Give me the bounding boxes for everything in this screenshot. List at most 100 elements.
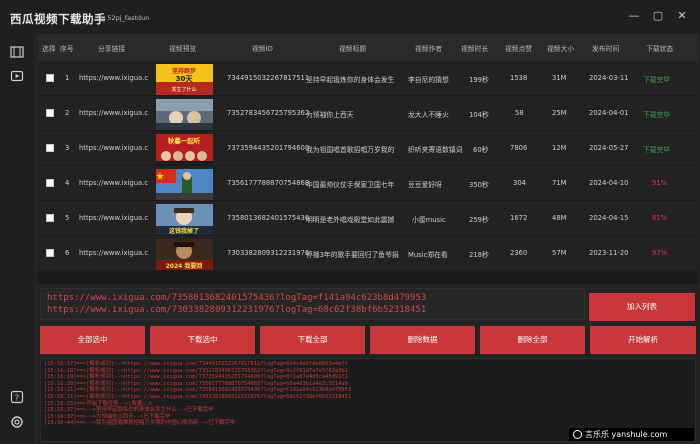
row-checkbox[interactable] xyxy=(46,109,54,117)
row-date: 2024-04-01 xyxy=(589,109,629,117)
row-size: 25M xyxy=(552,109,567,117)
row-num: 2 xyxy=(65,109,70,117)
row-num: 4 xyxy=(65,179,70,187)
row-author: 豆豆爱好呀 xyxy=(408,181,442,189)
row-status: 下载完毕 xyxy=(643,146,671,154)
svg-text:坚持跑步: 坚持跑步 xyxy=(172,67,196,75)
row-checkbox[interactable] xyxy=(46,74,54,82)
row-duration: 104秒 xyxy=(469,111,489,119)
settings-icon[interactable] xyxy=(10,415,24,429)
maximize-button[interactable]: ▢ xyxy=(651,9,665,23)
svg-text:秋暮一起听: 秋暮一起听 xyxy=(168,136,201,145)
action-button-row: 全部选中 下载选中 下载全部 删除数据 删除全部 开始解析 xyxy=(40,326,696,354)
table-row[interactable]: 3 https://www.ixigua.c 秋暮一起听 73735944352… xyxy=(38,131,698,166)
row-size: 48M xyxy=(552,214,567,222)
row-id: 7373594435201794600 xyxy=(227,144,310,152)
url-input[interactable]: https://www.ixigua.com/73580136824015754… xyxy=(40,288,585,320)
header-size: 视频大小 xyxy=(547,45,575,53)
table-row[interactable]: 2 https://www.ixigua.c 73527834567257953… xyxy=(38,96,698,131)
app-title: 西瓜视频下载助手 xyxy=(10,12,106,26)
title-bar: 西瓜视频下载助手 By 52pj_fastdun — ▢ ✕ xyxy=(0,0,700,34)
download-selected-button[interactable]: 下载选中 xyxy=(150,326,255,354)
svg-text:2024 我要回: 2024 我要回 xyxy=(166,262,203,270)
table-row[interactable]: 4 https://www.ixigua.c 73561777888707548… xyxy=(38,166,698,201)
header-link: 分享链接 xyxy=(98,45,126,53)
header-status: 下载状态 xyxy=(646,45,674,53)
delete-data-button[interactable]: 删除数据 xyxy=(370,326,475,354)
header-date: 发布时间 xyxy=(592,45,620,53)
row-status: 91% xyxy=(652,179,668,187)
row-id: 7358013682401575436 xyxy=(227,214,310,222)
help-icon[interactable]: ? xyxy=(10,390,24,404)
delete-all-button[interactable]: 删除全部 xyxy=(480,326,585,354)
start-parse-button[interactable]: 开始解析 xyxy=(590,326,696,354)
row-date: 2024-04-15 xyxy=(589,214,629,222)
download-all-button[interactable]: 下载全部 xyxy=(260,326,365,354)
row-duration: 199秒 xyxy=(469,76,489,84)
row-id: 7303382809312231976 xyxy=(227,249,310,257)
row-link: https://www.ixigua.c xyxy=(79,214,149,222)
svg-text:这钱我掉了: 这钱我掉了 xyxy=(169,227,199,235)
row-num: 3 xyxy=(65,144,70,152)
add-to-list-button[interactable]: 加入列表 xyxy=(589,293,695,321)
header-id: 视频ID xyxy=(252,45,273,53)
log-line: [15:16:21]==>[解析成功]-->https://www.ixigua… xyxy=(44,387,352,394)
row-num: 1 xyxy=(65,74,70,82)
row-title: 我为祖国唱首歌招唱万岁我的 xyxy=(306,146,395,154)
row-likes: 2360 xyxy=(510,249,528,257)
row-id: 7344915032267817511 xyxy=(227,74,310,82)
video-thumbnail: 这钱我掉了 xyxy=(156,204,213,235)
row-size: 12M xyxy=(552,144,567,152)
watermark-text: 言乐乐 yanshule.com xyxy=(585,430,668,439)
close-button[interactable]: ✕ xyxy=(675,9,689,23)
video-thumbnail xyxy=(156,99,213,130)
row-checkbox[interactable] xyxy=(46,214,54,222)
minimize-button[interactable]: — xyxy=(627,9,641,23)
row-checkbox[interactable] xyxy=(46,144,54,152)
row-likes: 1672 xyxy=(510,214,528,222)
row-title: 为领袖你上西天 xyxy=(306,111,354,119)
video-thumbnail: 坚持跑步 30天 发生了什么 xyxy=(156,64,213,95)
row-duration: 350秒 xyxy=(469,181,489,189)
svg-text:?: ? xyxy=(15,394,19,403)
row-num: 5 xyxy=(65,214,70,222)
video-list-icon[interactable] xyxy=(10,45,24,59)
row-link: https://www.ixigua.c xyxy=(79,144,149,152)
row-link: https://www.ixigua.c xyxy=(79,74,149,82)
row-id: 7356177788870754868 xyxy=(227,179,310,187)
app-author: By 52pj_fastdun xyxy=(97,14,150,22)
select-all-button[interactable]: 全部选中 xyxy=(40,326,145,354)
table-row[interactable]: 1 https://www.ixigua.c 坚持跑步 30天 发生了什么 7344… xyxy=(38,61,698,96)
main-panel: 选择 序号 分享链接 视频预览 视频ID 视频标题 视频作者 视频时长 视频点赞… xyxy=(34,34,700,444)
row-date: 2024-03-11 xyxy=(589,74,629,82)
svg-text:30天: 30天 xyxy=(176,75,194,83)
row-status: 97% xyxy=(652,249,668,257)
row-author: Music郑在看 xyxy=(408,251,448,259)
header-preview: 视频预览 xyxy=(169,45,197,53)
table-row[interactable]: 5 https://www.ixigua.c 这钱我掉了 73580136824… xyxy=(38,201,698,236)
watermark: 言乐乐 yanshule.com xyxy=(569,428,694,441)
log-line: [15:16:44]==>-->我为祖国唱首歌招唱万岁我的中国心唤雨新-->已下… xyxy=(44,420,236,427)
row-likes: 1538 xyxy=(510,74,528,82)
video-thumbnail: 2024 我要回 xyxy=(156,239,213,270)
row-likes: 58 xyxy=(515,109,524,117)
row-link: https://www.ixigua.c xyxy=(79,249,149,257)
header-num: 序号 xyxy=(60,45,74,53)
log-line: [15:16:19]==>[解析成功]-->https://www.ixigua… xyxy=(44,374,348,381)
row-author: 织听夹寄语数镇词 xyxy=(408,146,463,154)
row-title: 坚持早起锻炼你的身体会发生 xyxy=(306,76,395,84)
url-line: https://www.ixigua.com/73033828093122319… xyxy=(47,305,427,315)
row-likes: 7806 xyxy=(510,144,528,152)
play-icon[interactable] xyxy=(10,69,24,83)
log-line: [15:16:37]==>-->坚持早起锻炼你的身体会发生什么-->已下载完毕 xyxy=(44,407,214,414)
row-author: 小厘music xyxy=(412,216,446,224)
row-title: 中国最帅仪仗手保家卫国七年 xyxy=(306,181,395,189)
row-checkbox[interactable] xyxy=(46,249,54,257)
row-num: 6 xyxy=(65,249,70,257)
log-line: [15:16:17]==>[解析成功]-->https://www.ixigua… xyxy=(44,361,348,367)
row-likes: 304 xyxy=(513,179,526,187)
row-checkbox[interactable] xyxy=(46,179,54,187)
table-row[interactable]: 6 https://www.ixigua.c 2024 我要回 73033828… xyxy=(38,236,698,271)
row-date: 2024-04-10 xyxy=(589,179,629,187)
row-author: 龙大人不睡火 xyxy=(408,111,449,119)
